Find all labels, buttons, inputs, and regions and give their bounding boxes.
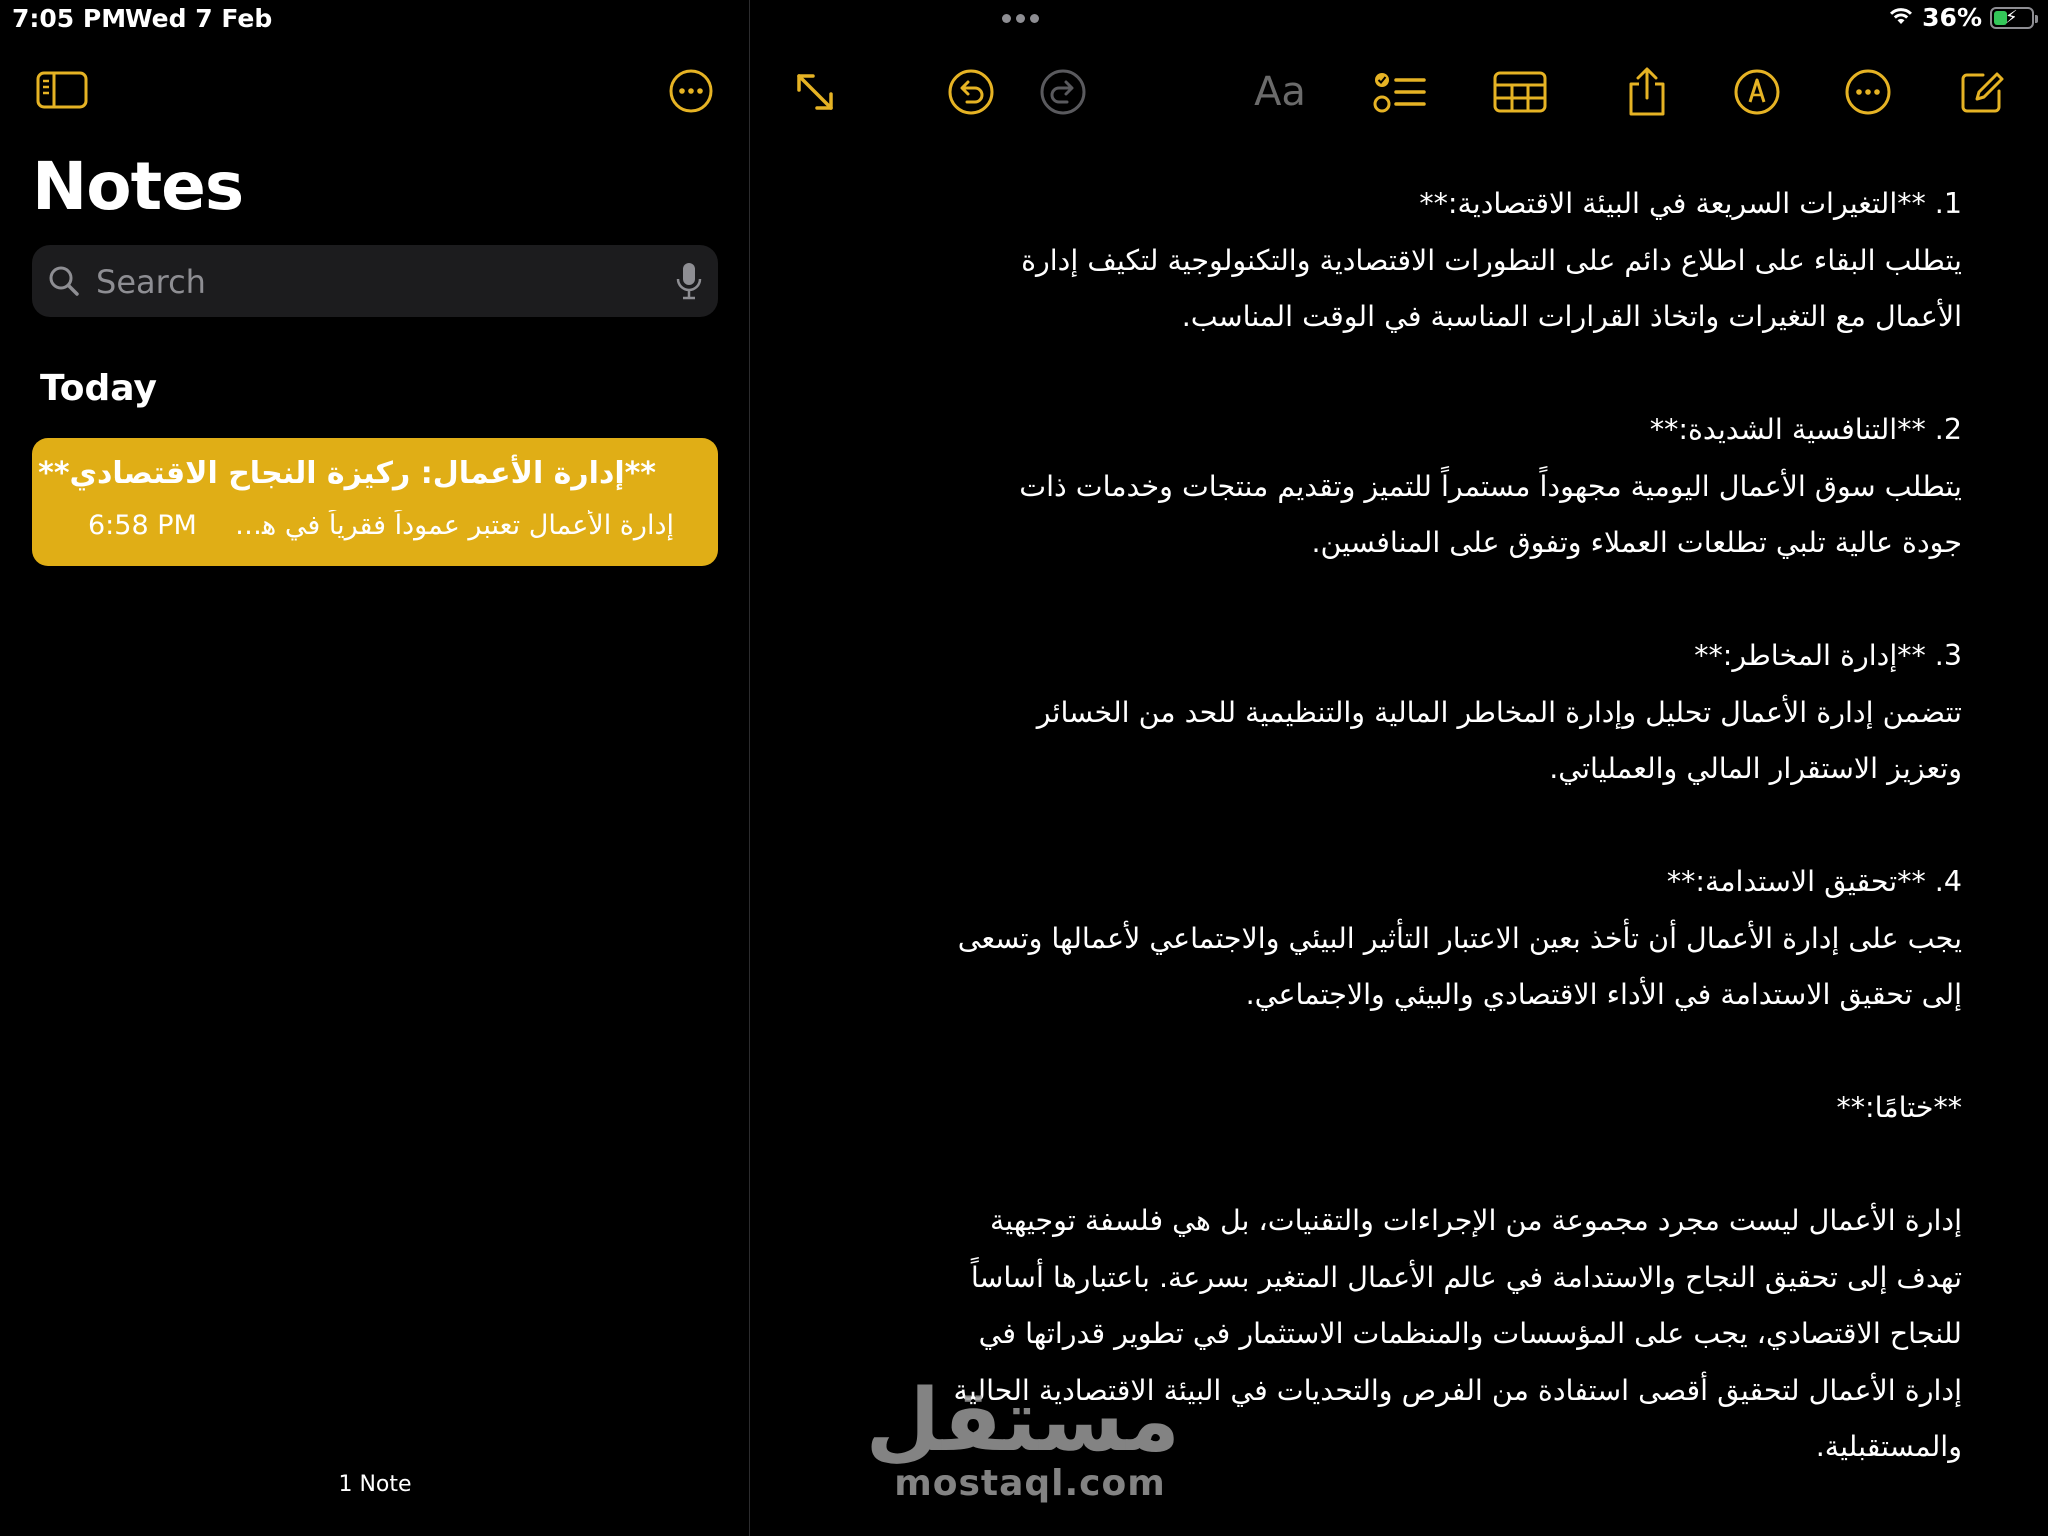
more-icon: [1845, 69, 1891, 115]
microphone-icon[interactable]: [674, 261, 704, 305]
note-blank-line: [842, 1024, 1962, 1081]
note-line: إلى تحقيق الاستدامة في الأداء الاقتصادي …: [1245, 978, 1962, 1011]
search-icon: [46, 263, 82, 303]
status-right: 36% ⚡: [1888, 3, 2038, 32]
note-time: 6:58 PM: [88, 510, 197, 541]
note-line: تتضمن إدارة الأعمال تحليل وإدارة المخاطر…: [1036, 695, 1962, 729]
watermark-arabic: مستقل: [865, 1371, 1180, 1471]
search-bar[interactable]: [32, 245, 718, 319]
undo-button[interactable]: [941, 62, 1001, 122]
compose-button[interactable]: [1952, 62, 2012, 122]
note-line: 4. **تحقيق الاستدامة:**: [1666, 865, 1962, 898]
note-line: 3. **إدارة المخاطر:**: [1694, 639, 1962, 672]
search-input[interactable]: [94, 245, 658, 319]
format-icon: Aa: [1254, 69, 1306, 115]
markup-button[interactable]: [1727, 62, 1787, 122]
expand-button[interactable]: [785, 62, 845, 122]
redo-icon: [1040, 69, 1086, 115]
note-blank-line: [842, 798, 1962, 855]
share-icon: [1629, 67, 1665, 116]
note-count: 1 Note: [338, 1472, 412, 1497]
charging-bolt-icon: ⚡: [2005, 6, 2018, 28]
note-line: 2. **التنافسية الشديدة:**: [1649, 413, 1962, 446]
expand-icon: [797, 74, 833, 110]
more-icon: [669, 69, 713, 113]
table-button[interactable]: [1489, 62, 1551, 122]
sidebar-title: Notes: [32, 148, 244, 225]
undo-icon: [948, 69, 994, 115]
redo-button[interactable]: [1033, 62, 1093, 122]
note-line: جودة عالية تلبي تطلعات العملاء وتفوق على…: [1311, 526, 1962, 559]
battery-icon: ⚡: [1990, 6, 2038, 29]
editor-more-button[interactable]: [1838, 62, 1898, 122]
share-button[interactable]: [1617, 62, 1677, 122]
note-blank-line: [842, 346, 1962, 403]
note-line: يتطلب سوق الأعمال اليومية مجهوداً مستمرا…: [1019, 469, 1962, 503]
markup-icon: [1734, 69, 1780, 115]
note-line: يتطلب البقاء على اطلاع دائم على التطورات…: [1021, 243, 1962, 277]
note-blank-line: [842, 572, 1962, 629]
sidebar-more-button[interactable]: [666, 66, 716, 116]
note-blank-line: [842, 1137, 1962, 1194]
note-line: إدارة الأعمال ليست مجرد مجموعة من الإجرا…: [989, 1204, 1962, 1237]
sidebar-toggle-button[interactable]: [34, 66, 90, 114]
checklist-button[interactable]: [1368, 62, 1432, 122]
notes-sidebar: Notes Today **إدارة الأعمال: ركيزة النجا…: [0, 0, 750, 1536]
checklist-icon: [1373, 73, 1426, 113]
note-line: وتعزيز الاستقرار المالي والعملياتي.: [1549, 752, 1962, 785]
note-line: تهدف إلى تحقيق النجاح والاستدامة في عالم…: [970, 1260, 1962, 1294]
table-icon: [1493, 71, 1547, 113]
note-line: **ختامًا:**: [1836, 1091, 1962, 1124]
note-list-item[interactable]: **إدارة الأعمال: ركيزة النجاح الاقتصادي*…: [32, 438, 718, 566]
watermark-latin: mostaql.com: [894, 1463, 1166, 1504]
format-button[interactable]: Aa: [1250, 62, 1310, 122]
section-header-today: Today: [40, 368, 157, 409]
watermark: مستقل mostaql.com: [865, 1371, 1180, 1504]
multitasking-handle[interactable]: [1002, 14, 1039, 23]
wifi-icon: [1888, 3, 1914, 32]
battery-percent: 36%: [1922, 3, 1982, 32]
sidebar-icon: [36, 71, 88, 109]
note-line: الأعمال مع التغيرات واتخاذ القرارات المن…: [1181, 300, 1962, 333]
note-line: 1. **التغيرات السريعة في البيئة الاقتصاد…: [1419, 187, 1962, 220]
note-body[interactable]: 1. **التغيرات السريعة في البيئة الاقتصاد…: [842, 176, 1962, 1476]
note-line: للنجاح الاقتصادي، يجب على المؤسسات والمن…: [978, 1317, 1962, 1350]
compose-icon: [1961, 72, 2004, 113]
note-preview: إدارة الأعمال تعتبر عموداً فقرياً في هيك…: [234, 510, 674, 541]
note-line: يجب على إدارة الأعمال أن تأخذ بعين الاعت…: [957, 921, 1962, 955]
note-title: **إدارة الأعمال: ركيزة النجاح الاقتصادي*…: [38, 456, 656, 491]
